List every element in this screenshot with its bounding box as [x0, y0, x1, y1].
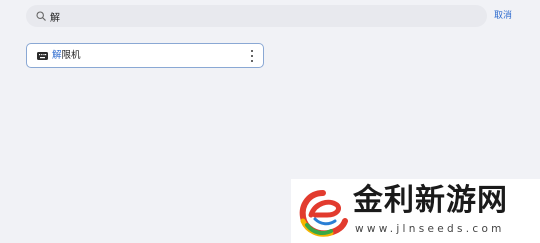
search-icon — [35, 11, 46, 22]
list-item-label: 解限机 — [52, 50, 81, 62]
watermark-url: www.jlnseeds.com — [355, 223, 505, 235]
more-vertical-icon[interactable] — [250, 50, 254, 62]
list-item[interactable]: 解限机 — [26, 43, 264, 68]
search-input[interactable] — [50, 10, 470, 22]
keyboard-icon — [37, 51, 48, 60]
watermark-title: 金利新游网 — [353, 183, 508, 218]
search-bar[interactable] — [26, 5, 487, 27]
label-rest: 限机 — [61, 49, 81, 61]
watermark-logo — [299, 190, 348, 237]
watermark: 金利新游网 www.jlnseeds.com — [291, 179, 540, 243]
cancel-button[interactable]: 取消 — [494, 10, 512, 22]
label-highlight: 解 — [52, 49, 62, 61]
